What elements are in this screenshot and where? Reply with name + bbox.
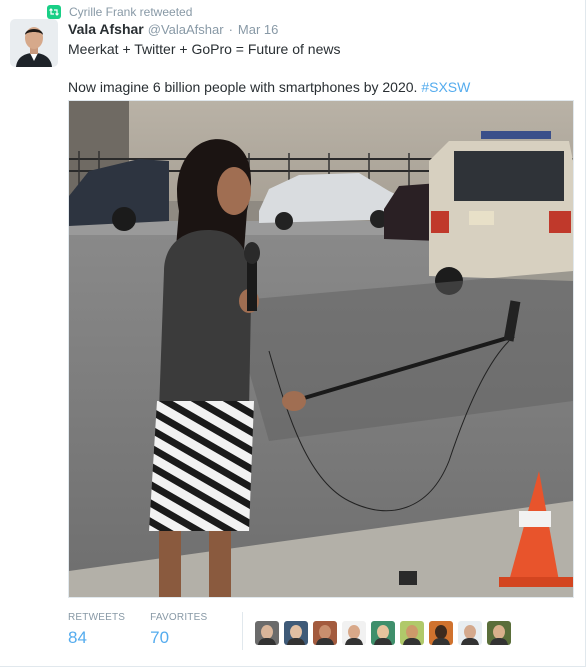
author-handle[interactable]: @ValaAfshar	[148, 22, 224, 37]
retweet-context: Cyrille Frank retweeted	[47, 4, 192, 20]
tweet-text-line2-body: Now imagine 6 billion people with smartp…	[68, 79, 422, 95]
hashtag-link[interactable]: #SXSW	[421, 79, 470, 95]
favoriter-avatar[interactable]	[284, 621, 309, 645]
favorites-stat[interactable]: FAVORITES 70	[150, 612, 207, 648]
favorites-label: FAVORITES	[150, 612, 208, 623]
retweets-stat[interactable]: RETWEETS 84	[68, 612, 125, 648]
tweet-text: Meerkat + Twitter + GoPro = Future of ne…	[68, 40, 568, 97]
header-separator: ·	[228, 22, 233, 37]
favoriter-avatar[interactable]	[255, 621, 280, 645]
retweet-icon	[47, 5, 61, 19]
tweet-photo[interactable]	[68, 100, 574, 598]
tweet-header: Vala Afshar @ValaAfshar · Mar 16	[68, 21, 278, 37]
tweet-card[interactable]: Cyrille Frank retweeted Vala Afshar @Val…	[0, 0, 586, 667]
retweets-label: RETWEETS	[68, 612, 126, 623]
author-avatar[interactable]	[10, 19, 58, 67]
author-fullname[interactable]: Vala Afshar	[68, 21, 144, 37]
favoriter-avatar[interactable]	[458, 621, 483, 645]
favoriter-avatar[interactable]	[313, 621, 338, 645]
favoriter-avatar[interactable]	[400, 621, 425, 645]
stats-divider	[242, 612, 244, 650]
favoriter-avatar[interactable]	[342, 621, 367, 645]
favoriter-avatar[interactable]	[487, 621, 512, 645]
tweet-timestamp[interactable]: Mar 16	[238, 22, 278, 37]
favoriter-avatar[interactable]	[371, 621, 396, 645]
tweet-text-line2: Now imagine 6 billion people with smartp…	[68, 78, 568, 97]
favorites-count[interactable]: 70	[150, 628, 207, 648]
favoriter-avatars	[255, 621, 516, 645]
favoriter-avatar[interactable]	[429, 621, 454, 645]
tweet-stats: RETWEETS 84 FAVORITES 70	[68, 612, 574, 658]
retweets-count[interactable]: 84	[68, 628, 125, 648]
tweet-text-line1: Meerkat + Twitter + GoPro = Future of ne…	[68, 41, 341, 57]
retweet-context-text[interactable]: Cyrille Frank retweeted	[69, 5, 192, 19]
